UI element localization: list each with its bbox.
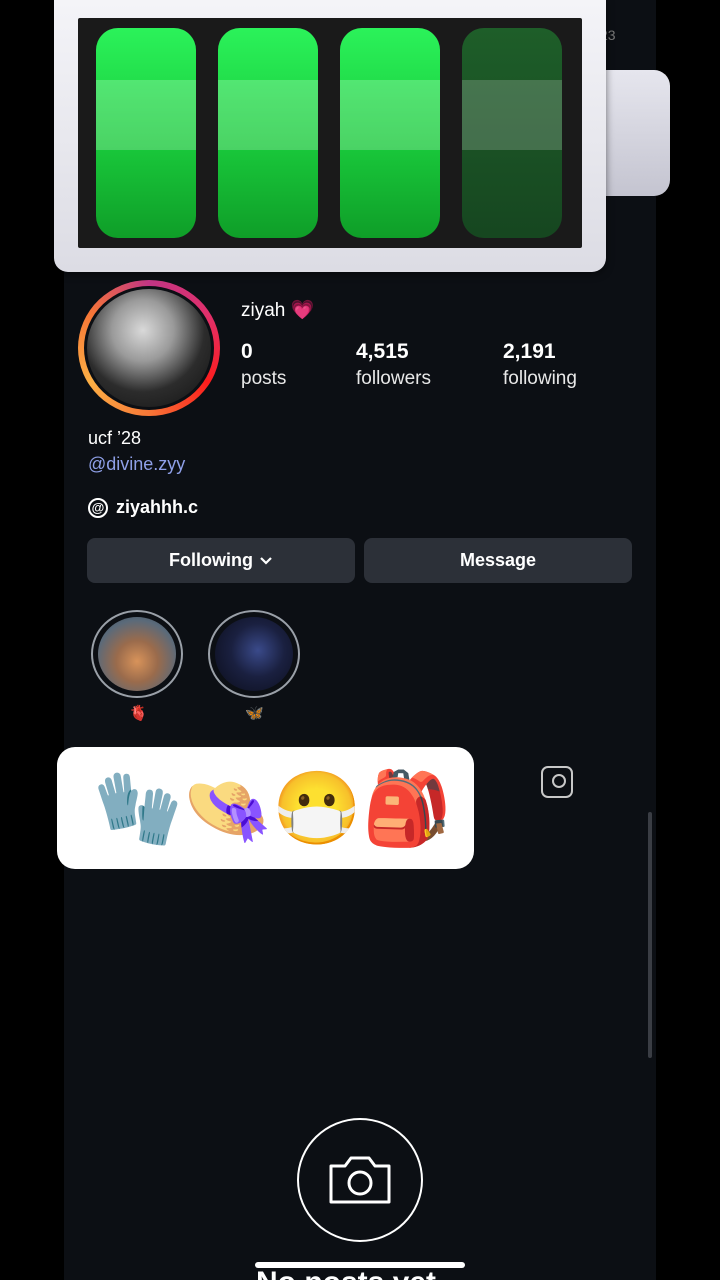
threads-link[interactable]: @ ziyahhh.c [88, 497, 198, 518]
battery-sticker [54, 0, 606, 272]
following-button[interactable]: Following [87, 538, 355, 583]
battery-body [78, 18, 582, 248]
battery-cell-empty [462, 28, 562, 238]
battery-terminal [604, 70, 670, 196]
highlight-1[interactable] [91, 610, 183, 698]
emoji-sticker: 🧤 👒 😷 🎒 [57, 747, 474, 869]
mask-face-emoji: 😷 [272, 768, 362, 849]
battery-cell [340, 28, 440, 238]
threads-username: ziyahhh.c [116, 497, 199, 517]
avatar-story-ring[interactable] [78, 280, 220, 416]
bio-text: ucf ’28 [88, 428, 142, 448]
backpack-emoji: 🎒 [361, 768, 452, 849]
gloves-emoji: 🧤 [93, 768, 183, 849]
highlight-2-label: 🦋 [245, 705, 264, 722]
camera-glyph-icon [329, 1156, 391, 1204]
highlight-cover [215, 617, 293, 691]
message-button-label: Message [459, 550, 537, 570]
message-button[interactable]: Message [364, 538, 632, 583]
highlight-1-label: 🫀 [129, 705, 148, 722]
highlight-2[interactable] [208, 610, 300, 698]
empty-state-title: No posts yet [256, 1268, 436, 1280]
posts-count[interactable]: 0 [241, 340, 253, 364]
following-count[interactable]: 2,191 [503, 340, 556, 364]
battery-cell [218, 28, 318, 238]
following-label[interactable]: following [503, 368, 577, 390]
heart-emoji: 💗 [290, 300, 315, 321]
highlight-cover [98, 617, 176, 691]
following-button-label: Following [169, 550, 253, 570]
avatar [84, 286, 214, 410]
followers-count[interactable]: 4,515 [356, 340, 409, 364]
posts-label[interactable]: posts [241, 368, 286, 390]
profile-username: ziyah 💗 [241, 298, 314, 322]
username-text: ziyah [241, 300, 286, 321]
scrollbar[interactable] [648, 812, 652, 1058]
camera-icon [297, 1118, 423, 1242]
battery-cell [96, 28, 196, 238]
threads-icon: @ [88, 497, 108, 518]
hat-emoji: 👒 [182, 768, 273, 849]
bio-mention-link[interactable]: @divine.zyy [88, 454, 185, 475]
followers-label[interactable]: followers [356, 368, 431, 390]
chevron-down-icon [260, 556, 272, 565]
tagged-posts-icon[interactable] [541, 766, 573, 798]
